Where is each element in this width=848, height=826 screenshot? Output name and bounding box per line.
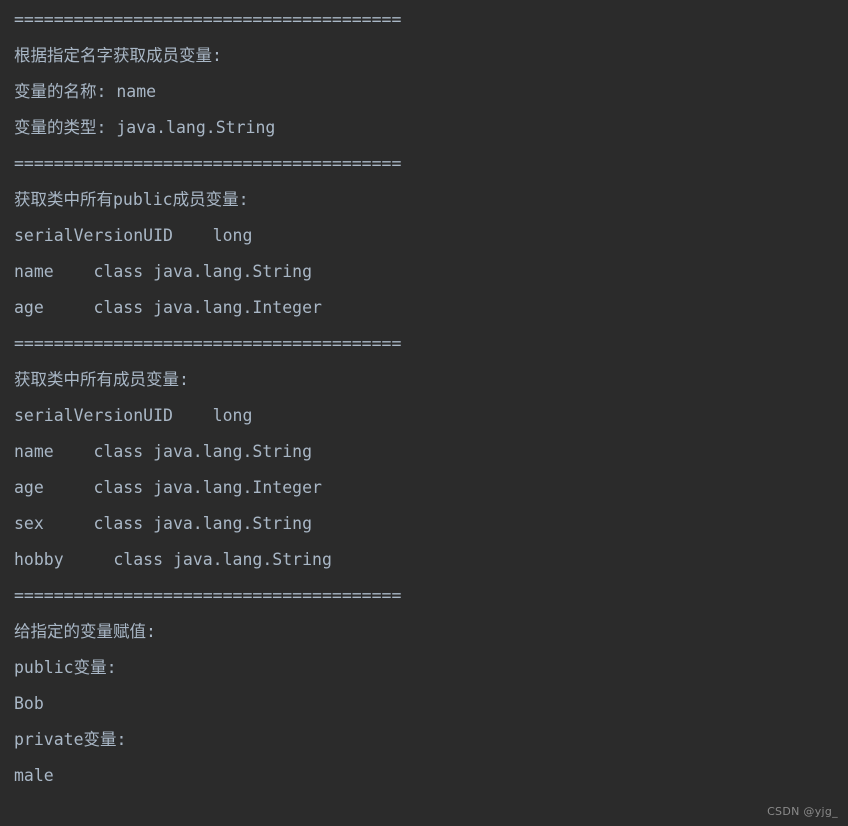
console-output-line: 给指定的变量赋值: bbox=[14, 622, 156, 641]
console-output-line: 获取类中所有public成员变量: bbox=[14, 190, 249, 209]
console-output-line: hobby class java.lang.String bbox=[14, 550, 332, 569]
csdn-watermark: CSDN @yjg_ bbox=[767, 805, 838, 818]
console-separator-line: ======================================= bbox=[14, 10, 402, 29]
console-output-line: sex class java.lang.String bbox=[14, 514, 313, 533]
console-separator-line: ======================================= bbox=[14, 334, 402, 353]
console-output-line: serialVersionUID long bbox=[14, 406, 253, 425]
console-output-line: 变量的类型: java.lang.String bbox=[14, 118, 276, 137]
console-output-line: age class java.lang.Integer bbox=[14, 298, 322, 317]
console-output-line: Bob bbox=[14, 694, 44, 713]
console-output-panel[interactable]: ======================================= 根… bbox=[0, 0, 848, 826]
console-output-line: public变量: bbox=[14, 658, 117, 677]
console-output-line: name class java.lang.String bbox=[14, 262, 313, 281]
console-output-line: male bbox=[14, 766, 54, 785]
console-output-line: 变量的名称: name bbox=[14, 82, 157, 101]
console-separator-line: ======================================= bbox=[14, 586, 402, 605]
console-output-line: 获取类中所有成员变量: bbox=[14, 370, 189, 389]
console-output-line: age class java.lang.Integer bbox=[14, 478, 322, 497]
console-separator-line: ======================================= bbox=[14, 154, 402, 173]
console-output-line: 根据指定名字获取成员变量: bbox=[14, 46, 222, 65]
console-output-line: serialVersionUID long bbox=[14, 226, 253, 245]
console-output-line: name class java.lang.String bbox=[14, 442, 313, 461]
console-output-line: private变量: bbox=[14, 730, 127, 749]
